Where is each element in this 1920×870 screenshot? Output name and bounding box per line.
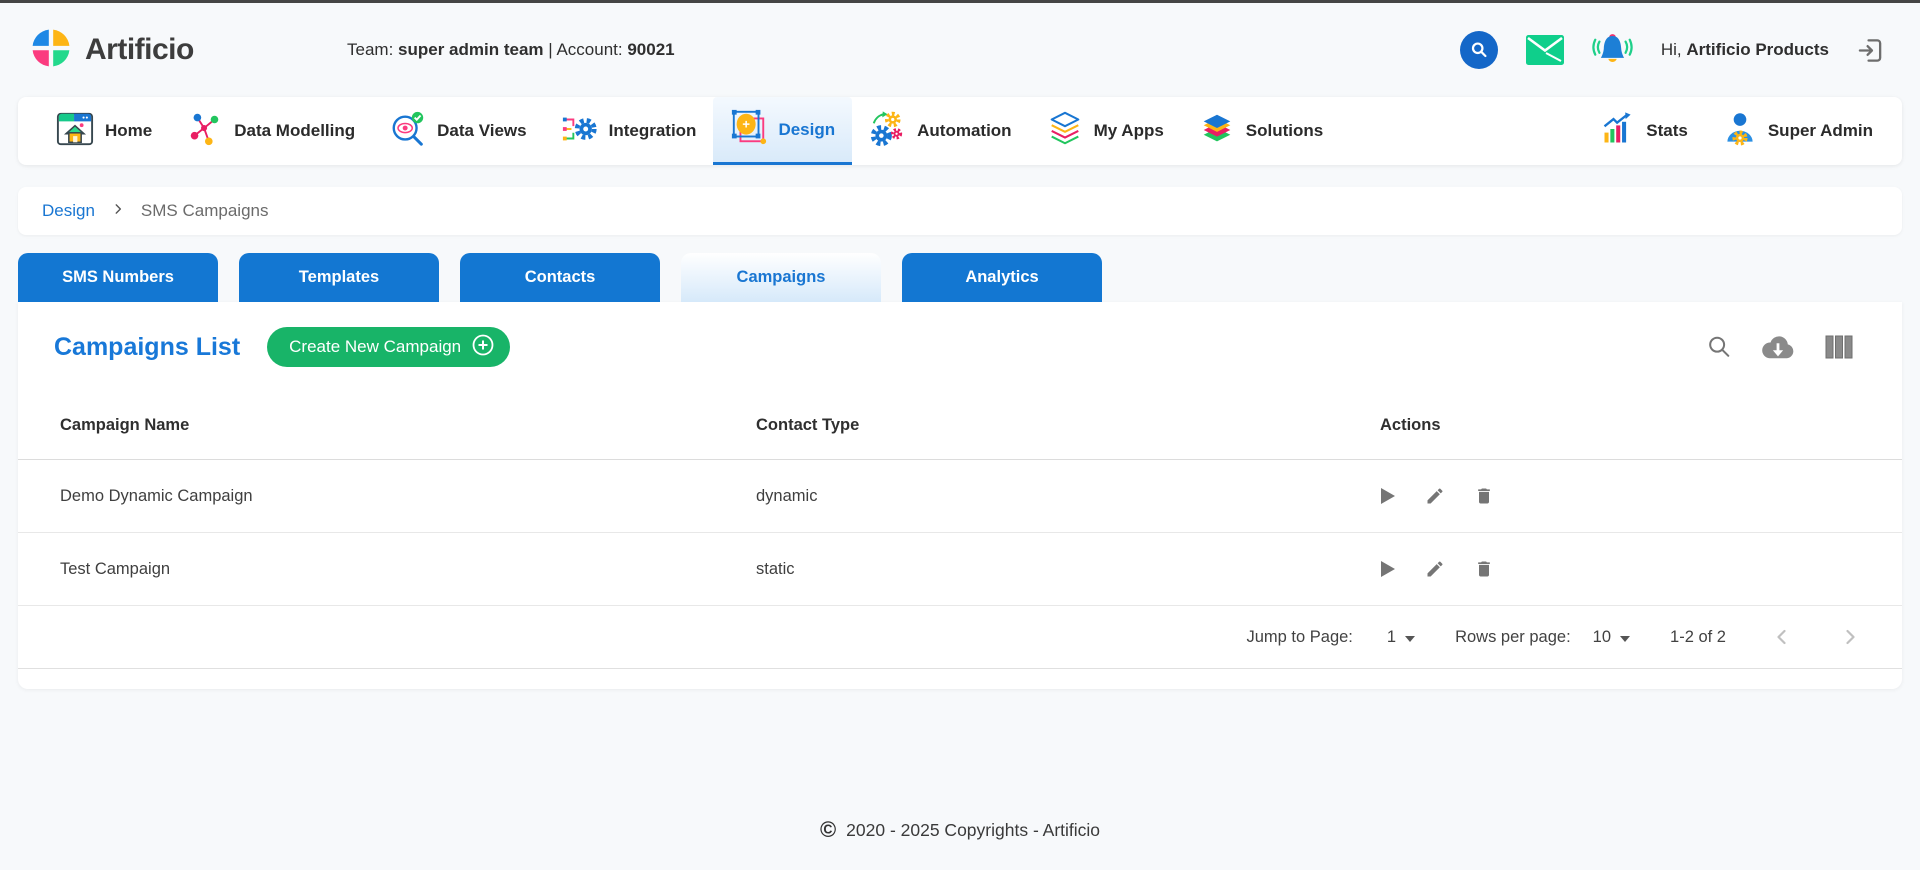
rows-per-page-label: Rows per page:: [1455, 628, 1571, 647]
team-account-info: Team: super admin team | Account: 90021: [347, 40, 675, 60]
previous-page-icon[interactable]: [1770, 625, 1794, 649]
edit-icon[interactable]: [1425, 559, 1445, 579]
brand-name: Artificio: [85, 33, 194, 67]
nav-item-label: Stats: [1646, 121, 1688, 141]
header-search-button[interactable]: [1460, 31, 1498, 69]
data-modelling-icon: [186, 110, 224, 153]
tab-analytics[interactable]: Analytics: [902, 253, 1102, 302]
mail-icon[interactable]: [1526, 35, 1564, 65]
nav-item-label: Home: [105, 121, 152, 141]
nav-item-my-apps[interactable]: My Apps: [1029, 97, 1181, 165]
automation-icon: [869, 110, 907, 153]
tab-contacts[interactable]: Contacts: [460, 253, 660, 302]
caret-down-icon: [1405, 628, 1415, 647]
nav-item-stats[interactable]: Stats: [1583, 97, 1705, 165]
nav-item-label: Automation: [917, 121, 1011, 141]
design-icon: [730, 108, 768, 151]
chevron-right-icon: [111, 201, 125, 221]
copyright-icon: ©: [820, 819, 836, 841]
plus-icon: [472, 334, 494, 361]
breadcrumb: Design SMS Campaigns: [18, 187, 1902, 235]
app-header: Artificio Team: super admin team | Accou…: [0, 3, 1920, 97]
nav-item-automation[interactable]: Automation: [852, 97, 1028, 165]
pagination: Jump to Page: 1 Rows per page: 10 1-2 of…: [18, 606, 1902, 669]
home-icon: [55, 110, 95, 153]
play-icon[interactable]: [1380, 487, 1396, 505]
brand[interactable]: Artificio: [30, 27, 347, 74]
nav-item-data-views[interactable]: Data Views: [372, 97, 543, 165]
create-new-campaign-button[interactable]: Create New Campaign: [267, 327, 510, 367]
delete-icon[interactable]: [1474, 486, 1494, 506]
main-nav: Home Data Modelling: [18, 97, 1902, 165]
contact-type-cell: dynamic: [756, 487, 1380, 506]
page-title: Campaigns List: [54, 333, 240, 362]
edit-icon[interactable]: [1425, 486, 1445, 506]
table-row: Test Campaign static: [18, 533, 1902, 606]
tab-sms-numbers[interactable]: SMS Numbers: [18, 253, 218, 302]
data-views-icon: [389, 110, 427, 153]
nav-item-label: Data Modelling: [234, 121, 355, 141]
footer: © 2020 - 2025 Copyrights - Artificio: [0, 819, 1920, 841]
delete-icon[interactable]: [1474, 559, 1494, 579]
create-button-label: Create New Campaign: [289, 337, 461, 357]
my-apps-icon: [1046, 110, 1084, 153]
campaigns-panel: Campaigns List Create New Campaign: [18, 302, 1902, 689]
nav-item-label: Super Admin: [1768, 121, 1873, 141]
rows-per-page-value: 10: [1593, 628, 1611, 647]
page-select[interactable]: 1: [1387, 628, 1415, 647]
stats-icon: [1600, 111, 1636, 152]
download-icon[interactable]: [1759, 333, 1797, 361]
artificio-logo-icon: [30, 27, 72, 74]
copyright-text: 2020 - 2025 Copyrights - Artificio: [846, 820, 1100, 841]
nav-item-label: My Apps: [1094, 121, 1164, 141]
nav-item-label: Integration: [609, 121, 697, 141]
tabs-row: SMS Numbers Templates Contacts Campaigns…: [18, 253, 1902, 302]
pagination-range: 1-2 of 2: [1670, 628, 1726, 647]
breadcrumb-link-design[interactable]: Design: [42, 201, 95, 221]
play-icon[interactable]: [1380, 560, 1396, 578]
contact-type-cell: static: [756, 560, 1380, 579]
nav-item-solutions[interactable]: Solutions: [1181, 97, 1340, 165]
nav-item-home[interactable]: Home: [38, 97, 169, 165]
nav-item-label: Design: [778, 120, 835, 140]
column-header-actions: Actions: [1380, 416, 1902, 435]
nav-item-label: Data Views: [437, 121, 526, 141]
nav-item-design[interactable]: Design: [713, 97, 852, 165]
next-page-icon[interactable]: [1838, 625, 1862, 649]
solutions-icon: [1198, 110, 1236, 153]
column-header-contact-type: Contact Type: [756, 416, 1380, 435]
table-header-row: Campaign Name Contact Type Actions: [18, 392, 1902, 460]
page-select-value: 1: [1387, 628, 1396, 647]
tab-templates[interactable]: Templates: [239, 253, 439, 302]
caret-down-icon: [1620, 628, 1630, 647]
nav-item-super-admin[interactable]: Super Admin: [1705, 97, 1890, 165]
logout-icon[interactable]: [1857, 37, 1884, 64]
user-greeting: Hi, Artificio Products: [1661, 40, 1829, 60]
tab-campaigns[interactable]: Campaigns: [681, 253, 881, 302]
jump-to-page-label: Jump to Page:: [1247, 628, 1353, 647]
search-icon: [1467, 38, 1491, 62]
campaign-name-cell: Demo Dynamic Campaign: [60, 487, 756, 506]
nav-item-integration[interactable]: Integration: [544, 97, 714, 165]
campaigns-table: Campaign Name Contact Type Actions Demo …: [18, 392, 1902, 669]
notifications-bell-icon[interactable]: [1592, 31, 1633, 69]
breadcrumb-current: SMS Campaigns: [141, 201, 269, 221]
rows-per-page-select[interactable]: 10: [1593, 628, 1630, 647]
nav-item-label: Solutions: [1246, 121, 1323, 141]
super-admin-icon: [1722, 111, 1758, 152]
search-icon[interactable]: [1706, 334, 1732, 360]
integration-icon: [561, 110, 599, 153]
nav-item-data-modelling[interactable]: Data Modelling: [169, 97, 372, 165]
column-header-campaign-name: Campaign Name: [60, 416, 756, 435]
columns-icon[interactable]: [1824, 334, 1854, 360]
campaigns-toolbar: Campaigns List Create New Campaign: [18, 302, 1902, 392]
nav-spacer: [1340, 97, 1583, 165]
table-row: Demo Dynamic Campaign dynamic: [18, 460, 1902, 533]
campaign-name-cell: Test Campaign: [60, 560, 756, 579]
